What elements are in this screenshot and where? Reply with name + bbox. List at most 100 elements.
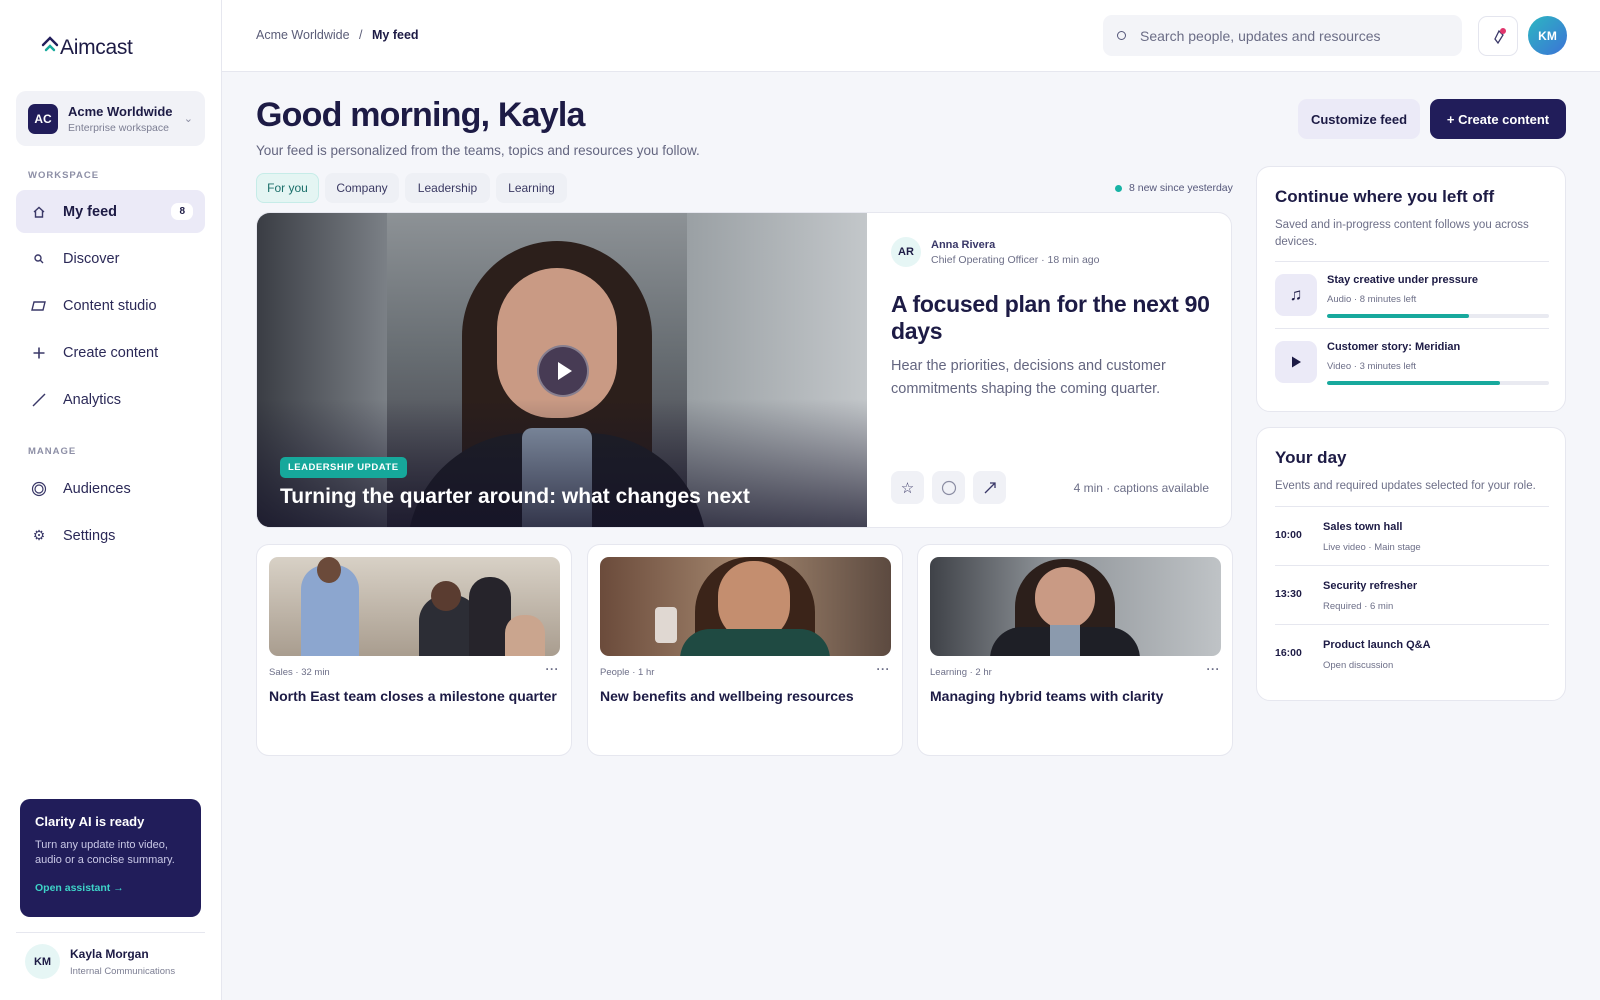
tab-company[interactable]: Company bbox=[325, 173, 399, 203]
user-name: Kayla Morgan bbox=[70, 946, 149, 961]
more-options-icon[interactable]: ··· bbox=[546, 662, 560, 676]
continue-item-meta: Audio · 8 minutes left bbox=[1327, 294, 1417, 305]
feed-card[interactable]: People · 1 hr ··· New benefits and wellb… bbox=[587, 544, 903, 756]
tab-leadership[interactable]: Leadership bbox=[405, 173, 490, 203]
post-meta: 4 min · captions available bbox=[1073, 481, 1209, 495]
ai-card-title: Clarity AI is ready bbox=[35, 814, 145, 829]
card-thumbnail bbox=[269, 557, 560, 656]
open-assistant-link[interactable]: Open assistant → bbox=[35, 882, 186, 894]
share-icon bbox=[984, 481, 996, 493]
event-meta: Open discussion bbox=[1323, 660, 1394, 671]
continue-panel: Continue where you left off Saved and in… bbox=[1256, 166, 1566, 412]
chevron-down-icon: ⌄ bbox=[183, 113, 193, 125]
panel-subtitle: Saved and in-progress content follows yo… bbox=[1275, 219, 1529, 248]
event-time: 13:30 bbox=[1275, 588, 1302, 600]
more-options-icon[interactable]: ··· bbox=[877, 662, 891, 676]
save-button[interactable]: ☆ bbox=[891, 471, 924, 504]
video-title: Turning the quarter around: what changes… bbox=[280, 485, 750, 508]
feed-card[interactable]: Learning · 2 hr ··· Managing hybrid team… bbox=[917, 544, 1233, 756]
post-description: Hear the priorities, decisions and custo… bbox=[891, 358, 1166, 397]
workspace-switcher[interactable]: AC Acme Worldwide Enterprise workspace ⌄ bbox=[16, 91, 205, 146]
sidebar-item-my-feed[interactable]: My feed 8 bbox=[16, 190, 205, 233]
tab-learning[interactable]: Learning bbox=[496, 173, 567, 203]
sidebar: Aimcast AC Acme Worldwide Enterprise wor… bbox=[0, 0, 222, 1000]
continue-item[interactable]: ♫ Stay creative under pressure Audio · 8… bbox=[1275, 261, 1549, 327]
sidebar-item-label: Analytics bbox=[63, 391, 122, 408]
avatar: KM bbox=[25, 944, 60, 979]
audience-icon bbox=[31, 481, 47, 497]
tab-for-you[interactable]: For you bbox=[256, 173, 319, 203]
gear-icon: ⚙ bbox=[32, 527, 46, 543]
workspace-name: Acme Worldwide bbox=[68, 103, 173, 119]
search-input[interactable] bbox=[1140, 27, 1440, 44]
card-title[interactable]: New benefits and wellbeing resources bbox=[600, 688, 892, 704]
brand-name: Aimcast bbox=[60, 36, 133, 59]
sidebar-item-content-studio[interactable]: Content studio bbox=[16, 284, 205, 327]
featured-post[interactable]: LEADERSHIP UPDATE Turning the quarter ar… bbox=[256, 212, 1232, 528]
user-profile[interactable]: KM Kayla Morgan Internal Communications bbox=[25, 944, 175, 979]
card-title[interactable]: Managing hybrid teams with clarity bbox=[930, 688, 1222, 704]
create-content-button[interactable]: + Create content bbox=[1430, 99, 1566, 139]
top-bar: Acme Worldwide / My feed KM bbox=[222, 0, 1600, 72]
continue-item[interactable]: Customer story: Meridian Video · 3 minut… bbox=[1275, 328, 1549, 394]
section-label-manage: MANAGE bbox=[28, 446, 77, 457]
search-icon bbox=[31, 251, 47, 267]
brand-logo[interactable]: Aimcast bbox=[40, 33, 133, 59]
sidebar-item-discover[interactable]: Discover bbox=[16, 237, 205, 280]
feed-count-badge: 8 bbox=[171, 203, 193, 220]
continue-item-title: Stay creative under pressure bbox=[1327, 274, 1479, 286]
day-event[interactable]: 10:00 Sales town hall Live video · Main … bbox=[1275, 506, 1549, 565]
more-options-icon[interactable]: ··· bbox=[1207, 662, 1221, 676]
notification-dot bbox=[1500, 28, 1506, 34]
notifications-button[interactable] bbox=[1478, 16, 1518, 56]
card-meta: Sales · 32 min bbox=[269, 667, 330, 678]
featured-video-thumbnail[interactable]: LEADERSHIP UPDATE Turning the quarter ar… bbox=[257, 213, 867, 527]
page-subtitle: Your feed is personalized from the teams… bbox=[256, 143, 700, 158]
author[interactable]: AR Anna Rivera Chief Operating Officer ·… bbox=[891, 237, 1209, 267]
breadcrumb-current: My feed bbox=[372, 28, 419, 42]
author-meta: Chief Operating Officer · 18 min ago bbox=[931, 253, 1100, 266]
avatar: AR bbox=[891, 237, 921, 267]
avatar[interactable]: KM bbox=[1528, 16, 1567, 55]
card-meta: Learning · 2 hr bbox=[930, 667, 992, 678]
user-role: Internal Communications bbox=[70, 965, 176, 977]
post-heading[interactable]: A focused plan for the next 90 days bbox=[891, 291, 1211, 345]
card-meta: People · 1 hr bbox=[600, 667, 655, 678]
circle-icon bbox=[941, 480, 956, 495]
status-dot bbox=[1115, 184, 1122, 192]
progress-bar bbox=[1327, 314, 1549, 318]
day-event[interactable]: 16:00 Product launch Q&A Open discussion bbox=[1275, 624, 1549, 683]
day-event[interactable]: 13:30 Security refresher Required · 6 mi… bbox=[1275, 565, 1549, 624]
card-thumbnail bbox=[930, 557, 1221, 656]
new-updates-text: 8 new since yesterday bbox=[1129, 182, 1233, 194]
sidebar-item-settings[interactable]: ⚙ Settings bbox=[16, 514, 205, 557]
sidebar-item-label: My feed bbox=[63, 203, 117, 220]
card-thumbnail bbox=[600, 557, 891, 656]
workspace-badge: AC bbox=[28, 103, 58, 134]
card-title[interactable]: North East team closes a milestone quart… bbox=[269, 688, 561, 704]
ai-assistant-card: Clarity AI is ready Turn any update into… bbox=[20, 799, 201, 917]
featured-post-details: AR Anna Rivera Chief Operating Officer ·… bbox=[867, 213, 1231, 527]
plus-icon bbox=[31, 345, 47, 361]
react-button[interactable] bbox=[932, 471, 965, 504]
trend-icon bbox=[31, 392, 47, 408]
sidebar-item-analytics[interactable]: Analytics bbox=[16, 378, 205, 421]
progress-fill bbox=[1327, 381, 1501, 385]
panel-title: Continue where you left off bbox=[1275, 187, 1495, 206]
studio-icon bbox=[31, 298, 47, 314]
home-icon bbox=[31, 204, 47, 220]
feed-card[interactable]: Sales · 32 min ··· North East team close… bbox=[256, 544, 572, 756]
sidebar-item-create-content[interactable]: Create content bbox=[16, 331, 205, 374]
event-title: Sales town hall bbox=[1323, 521, 1403, 533]
category-tag: LEADERSHIP UPDATE bbox=[280, 457, 407, 478]
customize-feed-button[interactable]: Customize feed bbox=[1298, 99, 1420, 139]
sidebar-item-audiences[interactable]: Audiences bbox=[16, 467, 205, 510]
sidebar-item-label: Content studio bbox=[63, 297, 157, 314]
continue-item-title: Customer story: Meridian bbox=[1327, 341, 1461, 353]
section-label-workspace: WORKSPACE bbox=[28, 170, 100, 181]
share-button[interactable] bbox=[973, 471, 1006, 504]
play-button[interactable] bbox=[537, 345, 589, 397]
star-icon: ☆ bbox=[900, 479, 915, 497]
search-bar[interactable] bbox=[1103, 15, 1462, 56]
breadcrumb-root[interactable]: Acme Worldwide bbox=[256, 28, 350, 42]
